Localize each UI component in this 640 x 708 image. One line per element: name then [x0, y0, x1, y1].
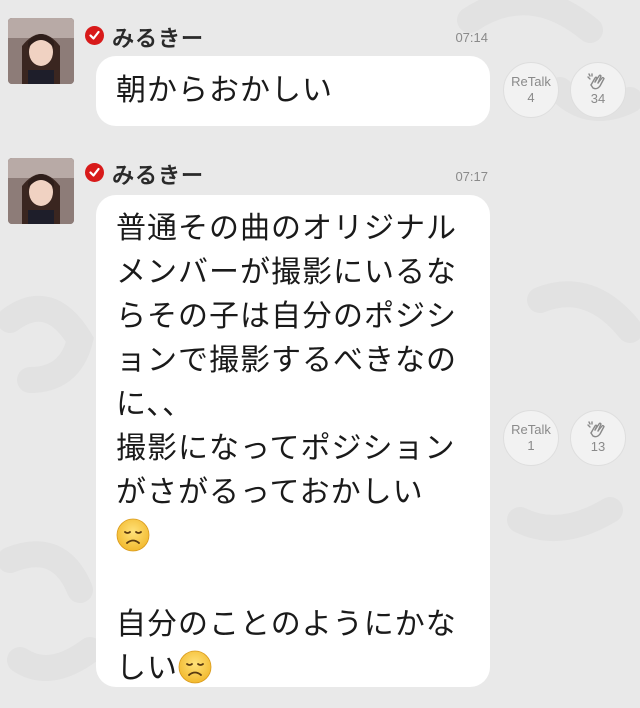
retalk-button[interactable]: ReTalk 1 — [503, 410, 559, 466]
message-line: 撮影になってポジション — [116, 431, 456, 466]
disappointed-face-emoji — [116, 518, 150, 552]
verified-check-icon — [85, 163, 104, 182]
message-bubble: 普通その曲のオリジナル メンバーが撮影にいるな らその子は自分のポジシ ョンで撮… — [96, 195, 490, 687]
message-line-with-emoji: しい — [116, 647, 470, 691]
message-line-emoji — [116, 515, 470, 559]
post-time: 07:17 — [455, 169, 488, 184]
message-line-text: しい — [116, 651, 178, 686]
retalk-count: 1 — [527, 438, 535, 453]
clap-button[interactable]: 13 — [570, 410, 626, 466]
clap-hands-icon — [587, 73, 605, 90]
disappointed-face-emoji — [178, 650, 212, 684]
clap-hands-icon — [587, 421, 605, 438]
message-line: メンバーが撮影にいるな — [116, 255, 457, 290]
message-line: 朝からおかしい — [116, 73, 333, 108]
message-line — [116, 559, 470, 603]
retalk-count: 4 — [527, 90, 535, 105]
username[interactable]: みるきー — [112, 158, 204, 190]
message-line: がさがるっておかしい — [116, 475, 424, 510]
retalk-button[interactable]: ReTalk 4 — [503, 62, 559, 118]
message-line: 普通その曲のオリジナル — [116, 211, 457, 246]
retalk-label: ReTalk — [511, 74, 551, 89]
clap-button[interactable]: 34 — [570, 62, 626, 118]
retalk-label: ReTalk — [511, 422, 551, 437]
message-line: らその子は自分のポジシ — [116, 299, 457, 334]
avatar[interactable] — [8, 158, 74, 224]
message-line: に、、 — [116, 387, 194, 422]
clap-count: 13 — [590, 439, 606, 454]
avatar[interactable] — [8, 18, 74, 84]
post-time: 07:14 — [455, 30, 488, 45]
clap-count: 34 — [590, 91, 606, 106]
message-line: 自分のことのようにかな — [116, 607, 457, 642]
verified-check-icon — [85, 26, 104, 45]
username[interactable]: みるきー — [112, 21, 204, 53]
message-line: ョンで撮影するべきなの — [116, 343, 457, 378]
message-bubble: 朝からおかしい — [96, 56, 490, 126]
